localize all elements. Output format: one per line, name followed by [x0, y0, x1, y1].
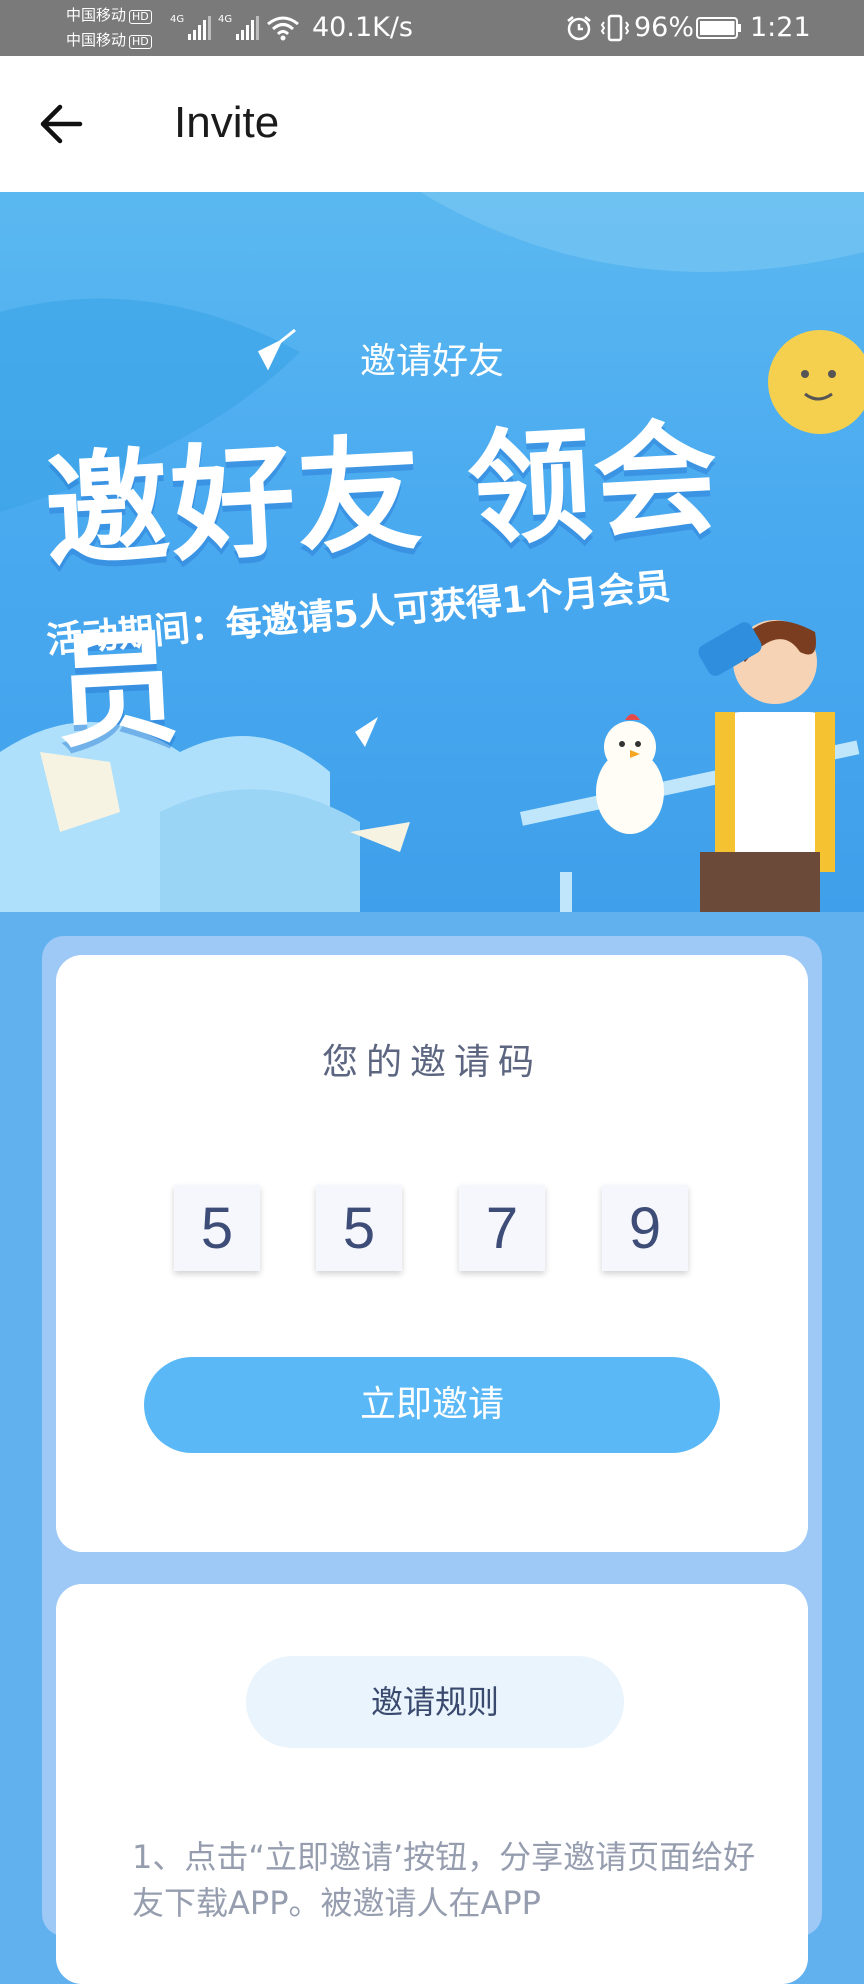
signal-icon: 4G	[218, 14, 260, 40]
promo-banner: 邀请好友 邀好友 领会员 活动期间：每邀请5人可获得1个月会员	[0, 192, 864, 912]
carrier-label-2: 中国移动 HD	[66, 31, 152, 49]
page-title: Invite	[174, 98, 280, 147]
code-digit-box: 9	[602, 1185, 688, 1271]
alarm-icon	[567, 16, 591, 41]
code-digit-box: 5	[174, 1185, 260, 1271]
wifi-icon	[267, 16, 299, 41]
rules-card: 邀请规则 1、点击“立即邀请’按钮，分享邀请页面给好友下载APP。被邀请人在AP…	[56, 1584, 808, 1984]
rules-text: 1、点击“立即邀请’按钮，分享邀请页面给好友下载APP。被邀请人在APP	[132, 1838, 756, 1922]
invite-code-card: 您的邀请码 5 5 7 9 立即邀请	[56, 955, 808, 1552]
battery-icon	[696, 17, 741, 39]
vibrate-icon	[600, 14, 630, 42]
code-digit-box: 5	[316, 1185, 402, 1271]
battery-percent: 96%	[634, 12, 695, 43]
carrier-label-1: 中国移动 HD	[66, 6, 152, 24]
code-digit-box: 7	[459, 1185, 545, 1271]
invite-code-label: 您的邀请码	[321, 1042, 542, 1083]
net-speed: 40.1K/s	[312, 12, 413, 43]
invite-now-button[interactable]: 立即邀请	[144, 1357, 720, 1453]
banner-headline: 邀好友 领会员	[41, 406, 724, 766]
rules-title: 邀请规则	[246, 1656, 624, 1748]
hd-badge: HD	[129, 10, 152, 24]
hd-badge: HD	[129, 35, 152, 49]
status-bar: 中国移动 HD 中国移动 HD 4G 4G 40.1K/s 96% 1:21	[0, 0, 864, 56]
arrow-left-icon[interactable]	[36, 101, 86, 147]
signal-icon: 4G	[170, 14, 212, 40]
app-bar: Invite	[0, 56, 864, 192]
clock: 1:21	[750, 12, 811, 43]
